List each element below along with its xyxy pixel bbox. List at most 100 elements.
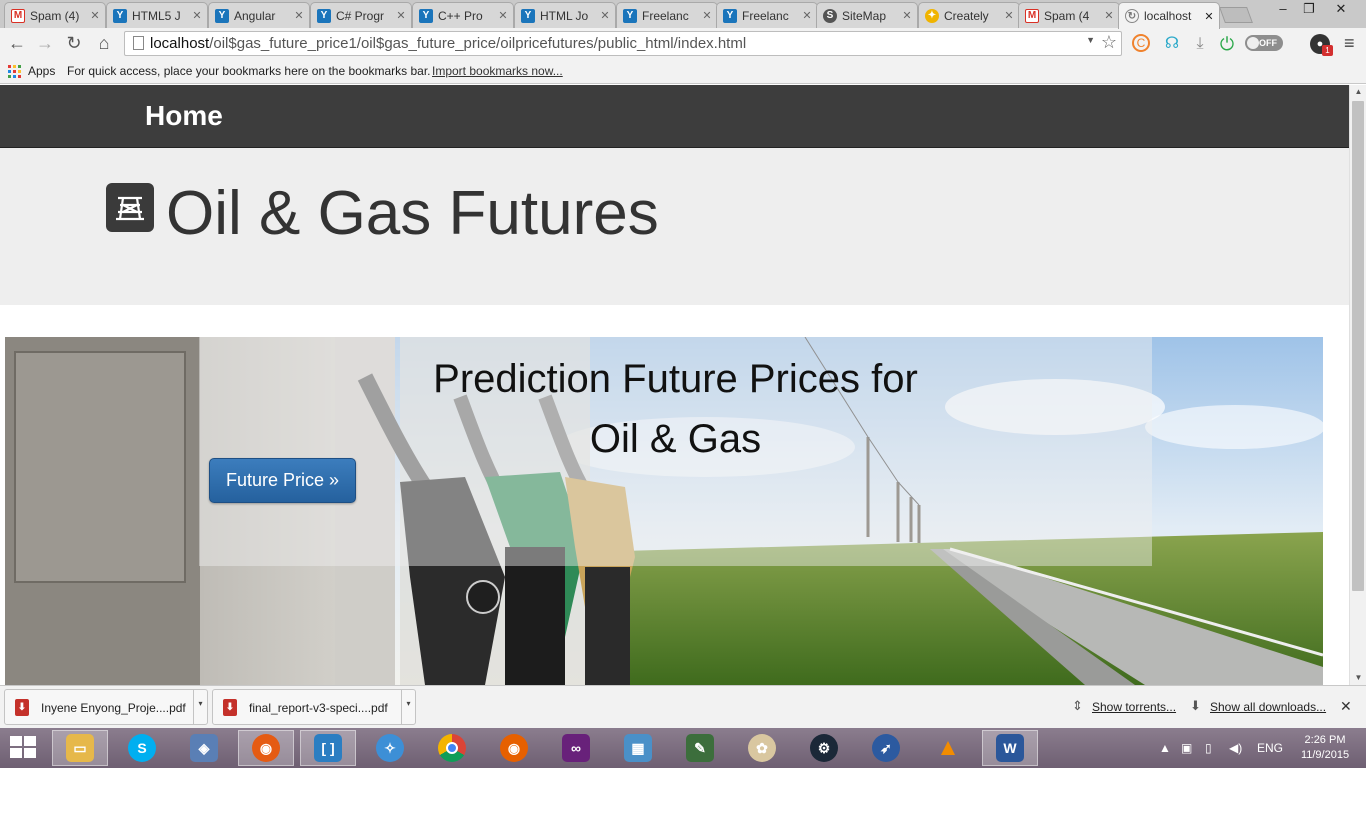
- download-filename: final_report-v3-speci....pdf: [249, 701, 388, 715]
- chrome-icon[interactable]: [424, 730, 480, 766]
- extension-c-icon[interactable]: C: [1132, 34, 1150, 52]
- lightbulb-icon: ✦: [925, 8, 939, 23]
- close-tab-icon[interactable]: ✕: [801, 9, 813, 22]
- freelancer-icon: Y: [623, 8, 637, 23]
- download-menu-icon[interactable]: ▾: [401, 690, 415, 724]
- browser-tab[interactable]: M Spam (4 ✕: [1018, 2, 1120, 28]
- headphones-icon[interactable]: ☊: [1162, 34, 1182, 54]
- browser-tab[interactable]: Y C# Progr ✕: [310, 2, 412, 28]
- browser-tab-active[interactable]: ↻ localhost ✕: [1118, 2, 1220, 29]
- firefox-icon[interactable]: ◉: [486, 730, 542, 766]
- tab-label: Angular: [234, 8, 276, 23]
- close-tab-icon[interactable]: ✕: [89, 9, 101, 22]
- hamburger-menu-icon[interactable]: ≡: [1344, 33, 1355, 54]
- reload-icon[interactable]: ↻: [62, 32, 86, 54]
- safari-icon[interactable]: ✧: [362, 730, 418, 766]
- off-toggle[interactable]: OFF: [1245, 35, 1283, 51]
- eagle-app-icon[interactable]: ➶: [858, 730, 914, 766]
- freelancer-icon: Y: [419, 8, 433, 23]
- file-explorer-icon[interactable]: ▭: [52, 730, 108, 766]
- future-price-button[interactable]: Future Price »: [209, 458, 356, 503]
- battery-icon[interactable]: ▯: [1205, 741, 1212, 755]
- scroll-up-icon[interactable]: ▲: [1350, 85, 1366, 99]
- close-shelf-icon[interactable]: ✕: [1340, 698, 1352, 715]
- network-icon[interactable]: ▣: [1181, 741, 1192, 755]
- back-arrow-icon[interactable]: ←: [5, 32, 29, 54]
- browser-tab[interactable]: Y HTML Jo ✕: [514, 2, 616, 28]
- url-text: localhost/oil$gas_future_price1/oil$gas_…: [150, 35, 746, 52]
- close-window-icon[interactable]: ✕: [1328, 0, 1354, 18]
- control-panel-icon[interactable]: ▦: [610, 730, 666, 766]
- download-item[interactable]: ⬇ Inyene Enyong_Proje....pdf ▾: [4, 689, 208, 725]
- browser-tab[interactable]: Y HTML5 J ✕: [106, 2, 208, 28]
- clock-time: 2:26 PM: [1304, 734, 1346, 746]
- windows-start-icon[interactable]: [10, 736, 38, 760]
- paint-app-icon[interactable]: ✎: [672, 730, 728, 766]
- skype-icon[interactable]: S: [114, 730, 170, 766]
- tray-expand-icon[interactable]: ▲: [1159, 741, 1171, 755]
- minimize-icon[interactable]: ‒: [1270, 0, 1296, 18]
- import-bookmarks-link[interactable]: Import bookmarks now...: [432, 64, 563, 78]
- url-host: localhost: [150, 35, 210, 52]
- close-tab-icon[interactable]: ✕: [293, 9, 305, 22]
- browser-tab[interactable]: Y C++ Pro ✕: [412, 2, 514, 28]
- close-tab-icon[interactable]: ✕: [395, 9, 407, 22]
- forward-arrow-icon[interactable]: →: [33, 32, 57, 54]
- apps-link[interactable]: Apps: [28, 64, 55, 78]
- brackets-icon[interactable]: [ ]: [300, 730, 356, 766]
- address-bar[interactable]: localhost/oil$gas_future_price1/oil$gas_…: [124, 31, 1122, 56]
- hero-headline: Prediction Future Prices for Oil & Gas: [199, 349, 1152, 469]
- hero-headline-line1: Prediction Future Prices for: [433, 357, 918, 401]
- show-torrents-link[interactable]: ⇕ Show torrents...: [1072, 698, 1176, 714]
- download-menu-icon[interactable]: ▾: [193, 690, 207, 724]
- firefox-dev-icon[interactable]: ◉: [238, 730, 294, 766]
- close-tab-icon[interactable]: ✕: [701, 9, 713, 22]
- download-item[interactable]: ⬇ final_report-v3-speci....pdf ▾: [212, 689, 416, 725]
- power-icon[interactable]: ⏻: [1217, 34, 1237, 54]
- scrollbar-thumb[interactable]: [1352, 101, 1364, 591]
- vlc-icon[interactable]: ▲: [920, 730, 976, 766]
- tab-label: Freelanc: [742, 8, 789, 23]
- word-icon[interactable]: W: [982, 730, 1038, 766]
- close-tab-icon[interactable]: ✕: [599, 9, 611, 22]
- close-tab-icon[interactable]: ✕: [901, 9, 913, 22]
- freelancer-icon: Y: [215, 8, 229, 23]
- system-clock[interactable]: 2:26 PM 11/9/2015: [1290, 733, 1360, 763]
- browser-tab[interactable]: Y Freelanc ✕: [716, 2, 818, 28]
- torrent-icon: ⇕: [1072, 698, 1083, 713]
- page-scrollbar[interactable]: ▲ ▼: [1349, 85, 1366, 685]
- volume-icon[interactable]: ◀): [1229, 741, 1242, 755]
- new-tab-button[interactable]: [1219, 7, 1253, 23]
- browser-tab[interactable]: S SiteMap ✕: [816, 2, 918, 28]
- language-indicator[interactable]: ENG: [1257, 741, 1283, 755]
- virtualbox-icon[interactable]: ◈: [176, 730, 232, 766]
- restore-icon[interactable]: ❐: [1296, 0, 1322, 18]
- close-tab-icon[interactable]: ✕: [1003, 9, 1015, 22]
- oil-rig-logo-icon: [106, 183, 154, 232]
- browser-tab[interactable]: Y Angular ✕: [208, 2, 310, 28]
- visual-studio-icon[interactable]: ∞: [548, 730, 604, 766]
- browser-tab[interactable]: ✦ Creately ✕: [918, 2, 1020, 28]
- jumbotron: Oil & Gas Futures: [0, 148, 1349, 305]
- freelancer-icon: Y: [113, 8, 127, 23]
- hero-overlay: Prediction Future Prices for Oil & Gas F…: [199, 337, 1152, 566]
- home-icon[interactable]: ⌂: [92, 32, 116, 54]
- bookmark-star-icon[interactable]: ☆: [1101, 32, 1117, 53]
- apps-grid-icon[interactable]: [8, 65, 21, 78]
- show-all-downloads-link[interactable]: ⬇ Show all downloads...: [1190, 698, 1326, 714]
- close-tab-icon[interactable]: ✕: [191, 9, 203, 22]
- page-icon: [133, 36, 144, 50]
- close-tab-icon[interactable]: ✕: [1103, 9, 1115, 22]
- download-arrow-icon: ⬇: [1190, 698, 1201, 713]
- dropdown-triangle-icon[interactable]: ▼: [1086, 35, 1095, 45]
- browser-tab[interactable]: Y Freelanc ✕: [616, 2, 718, 28]
- scroll-down-icon[interactable]: ▼: [1350, 671, 1366, 685]
- download-extension-icon[interactable]: ⤓: [1190, 34, 1210, 54]
- browser-tab[interactable]: M Spam (4) ✕: [4, 2, 106, 28]
- steam-icon[interactable]: ⚙: [796, 730, 852, 766]
- close-tab-icon[interactable]: ✕: [497, 9, 509, 22]
- palette-icon[interactable]: ✿: [734, 730, 790, 766]
- close-tab-icon[interactable]: ✕: [1203, 10, 1215, 23]
- page-viewport: Home Oil & Gas Futures Prediction Future…: [0, 85, 1349, 685]
- nav-home-link[interactable]: Home: [145, 100, 223, 132]
